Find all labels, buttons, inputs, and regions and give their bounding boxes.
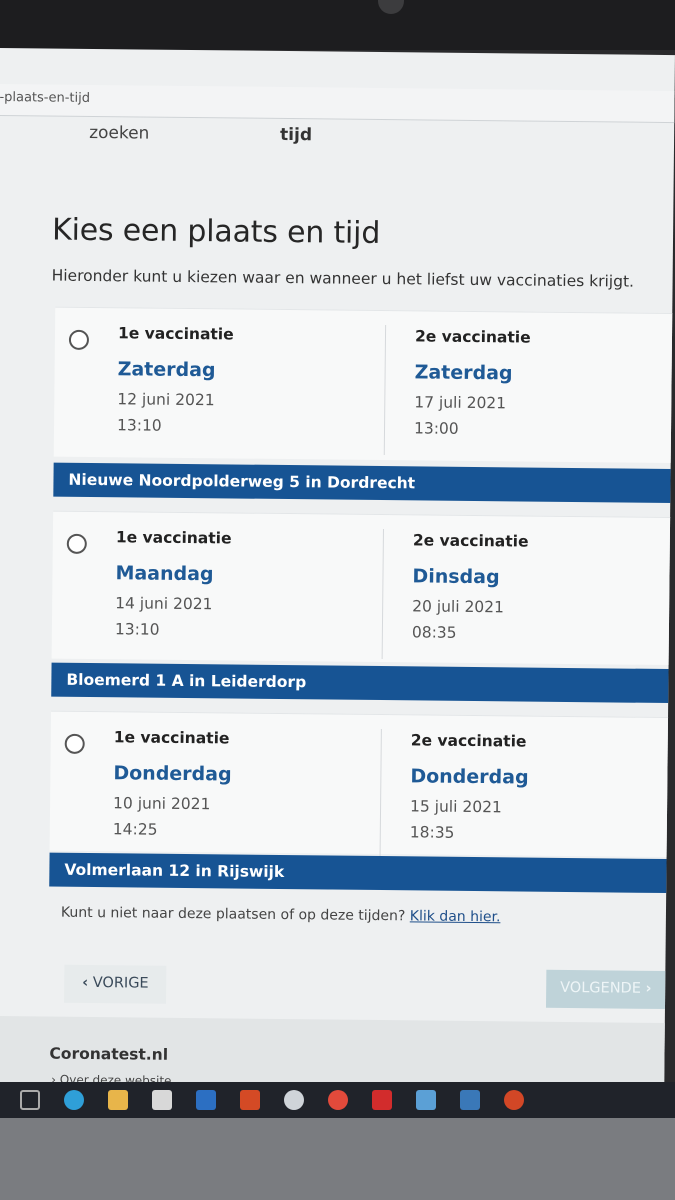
second-vaccination-time: 13:00 <box>413 419 459 438</box>
first-vaccination: 1e vaccinatie Maandag 14 juni 2021 13:10 <box>115 528 232 639</box>
first-vaccination-date: 14 juni 2021 <box>115 594 213 614</box>
second-vaccination-date: 20 juli 2021 <box>412 597 505 617</box>
edge-icon[interactable] <box>64 1090 84 1110</box>
office-icon[interactable] <box>240 1090 260 1110</box>
first-vaccination-date: 12 juni 2021 <box>117 390 215 410</box>
previous-button-label: VORIGE <box>92 975 149 992</box>
first-vaccination-label: 1e vaccinatie <box>117 324 234 344</box>
radio-option-2[interactable] <box>66 533 87 554</box>
second-vaccination-date: 17 juli 2021 <box>414 393 507 413</box>
location-bar-3: Volmerlaan 12 in Rijswijk <box>49 852 675 894</box>
powerpoint-icon[interactable] <box>504 1090 524 1110</box>
first-vaccination-date: 10 juni 2021 <box>113 794 211 814</box>
appointment-option-2[interactable]: 1e vaccinatie Maandag 14 juni 2021 13:10… <box>51 510 675 666</box>
location-bar-1: Nieuwe Noordpolderweg 5 in Dordrecht <box>53 462 675 504</box>
second-vaccination: 2e vaccinatie Dinsdag 20 juli 2021 08:35 <box>412 531 529 642</box>
address-bar[interactable]: -plaats-en-tijd <box>0 83 675 124</box>
first-vaccination-label: 1e vaccinatie <box>115 528 232 548</box>
second-vaccination-day: Dinsdag <box>412 565 500 589</box>
column-divider <box>379 729 382 860</box>
previous-button[interactable]: ‹ VORIGE <box>64 964 167 1004</box>
mail-icon[interactable] <box>196 1090 216 1110</box>
page-title: Kies een plaats en tijd <box>51 212 381 251</box>
first-vaccination-time: 13:10 <box>116 416 162 435</box>
second-vaccination-day: Zaterdag <box>414 361 513 385</box>
camera-icon[interactable] <box>460 1090 480 1110</box>
first-vaccination-label: 1e vaccinatie <box>113 728 230 748</box>
weather-icon[interactable] <box>284 1090 304 1110</box>
task-view-icon[interactable] <box>20 1090 40 1110</box>
second-vaccination-label: 2e vaccinatie <box>410 731 527 751</box>
progress-steps: zoeken tijd <box>0 122 675 169</box>
second-vaccination-time: 08:35 <box>411 623 457 642</box>
page-intro: Hieronder kunt u kiezen waar en wanneer … <box>51 266 635 291</box>
next-button[interactable]: VOLGENDE › <box>545 969 675 1010</box>
first-vaccination-time: 13:10 <box>114 620 160 639</box>
notes-icon[interactable] <box>416 1090 436 1110</box>
first-vaccination: 1e vaccinatie Zaterdag 12 juni 2021 13:1… <box>117 324 234 435</box>
next-button-label: VOLGENDE <box>560 979 642 997</box>
location-bar-2: Bloemerd 1 A in Leiderdorp <box>51 662 675 704</box>
browser-screen: -plaats-en-tijd zoeken tijd Kies een pla… <box>0 48 675 1092</box>
alternative-note: Kunt u niet naar deze plaatsen of op dez… <box>61 905 501 926</box>
second-vaccination-time: 18:35 <box>409 823 455 842</box>
laptop-bezel-top <box>0 0 675 50</box>
second-vaccination-label: 2e vaccinatie <box>414 327 531 347</box>
site-name: Coronatest.nl <box>49 1044 169 1064</box>
first-vaccination-day: Maandag <box>115 562 214 586</box>
second-vaccination-date: 15 juli 2021 <box>409 797 502 817</box>
appointment-option-1[interactable]: 1e vaccinatie Zaterdag 12 juni 2021 13:1… <box>53 306 675 464</box>
radio-option-3[interactable] <box>64 733 85 754</box>
column-divider <box>381 529 384 660</box>
second-vaccination-label: 2e vaccinatie <box>412 531 529 551</box>
acrobat-icon[interactable] <box>372 1090 392 1110</box>
first-vaccination-day: Donderdag <box>113 762 232 786</box>
second-vaccination: 2e vaccinatie Donderdag 15 juli 2021 18:… <box>410 731 529 842</box>
second-vaccination: 2e vaccinatie Zaterdag 17 juli 2021 13:0… <box>414 327 531 438</box>
laptop-bezel-bottom <box>0 1118 675 1200</box>
first-vaccination-day: Zaterdag <box>117 358 216 382</box>
alternative-note-text: Kunt u niet naar deze plaatsen of op dez… <box>60 904 410 925</box>
click-here-link[interactable]: Klik dan hier. <box>410 908 501 925</box>
chevron-right-icon: › <box>645 980 652 997</box>
second-vaccination-day: Donderdag <box>410 765 529 789</box>
first-vaccination-time: 14:25 <box>112 820 158 839</box>
site-footer: Coronatest.nl › Over deze website <box>0 1015 675 1092</box>
column-divider <box>383 325 387 456</box>
step-tijd: tijd <box>280 124 313 146</box>
appointment-option-3[interactable]: 1e vaccinatie Donderdag 10 juni 2021 14:… <box>49 710 675 860</box>
chevron-left-icon: ‹ <box>82 974 89 991</box>
radio-option-1[interactable] <box>68 329 90 350</box>
webcam <box>378 0 404 14</box>
step-zoeken: zoeken <box>89 122 150 144</box>
chrome-icon[interactable] <box>328 1090 348 1110</box>
windows-taskbar <box>0 1082 675 1118</box>
url-text: -plaats-en-tijd <box>0 89 91 106</box>
store-icon[interactable] <box>152 1090 172 1110</box>
file-explorer-icon[interactable] <box>108 1090 128 1110</box>
first-vaccination: 1e vaccinatie Donderdag 10 juni 2021 14:… <box>113 728 232 839</box>
